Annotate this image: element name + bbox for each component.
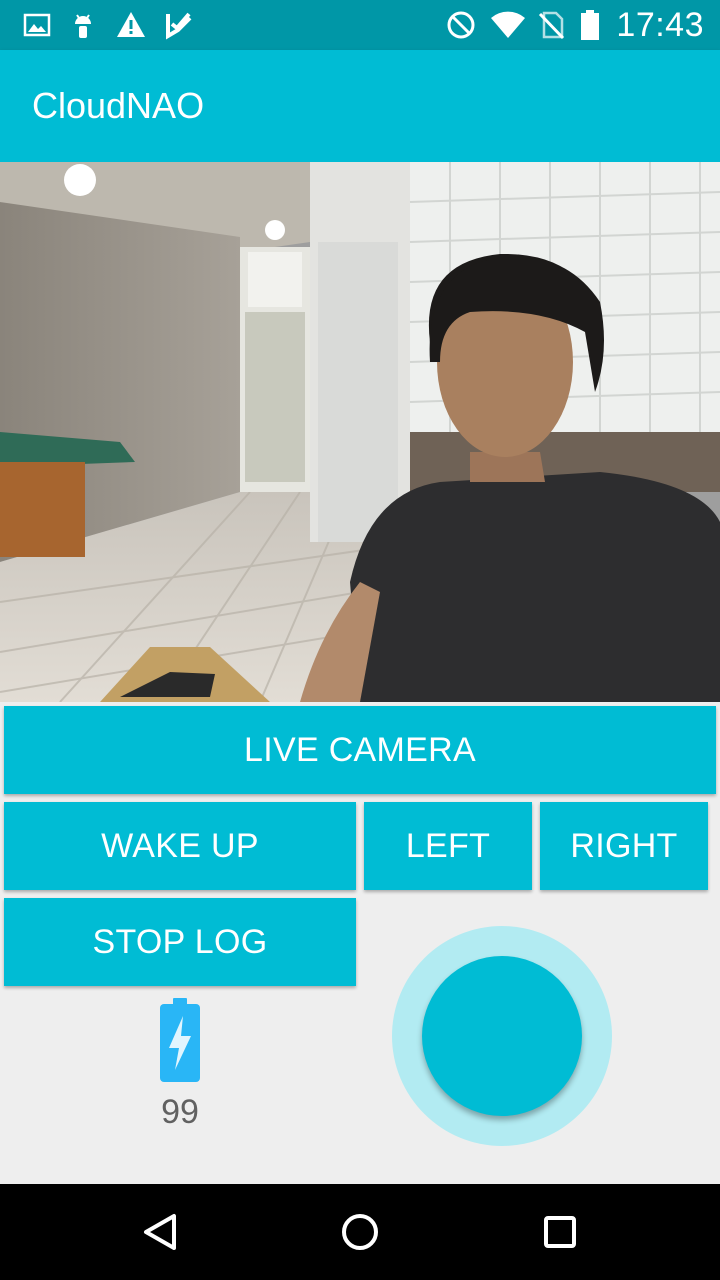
warning-icon	[117, 12, 145, 37]
nav-bar	[0, 1184, 720, 1280]
status-time: 17:43	[616, 6, 704, 44]
live-camera-button[interactable]: LIVE CAMERA	[4, 706, 716, 794]
no-sim-icon	[538, 11, 565, 40]
camera-image	[0, 162, 720, 702]
wake-up-button[interactable]: WAKE UP	[4, 802, 356, 890]
left-button[interactable]: LEFT	[364, 802, 532, 890]
home-icon[interactable]	[330, 1202, 390, 1262]
right-button[interactable]: RIGHT	[540, 802, 708, 890]
app-bar: CloudNAO	[0, 50, 720, 162]
battery-level: 99	[161, 1093, 199, 1131]
back-icon[interactable]	[130, 1202, 190, 1262]
task-check-icon	[166, 12, 192, 40]
do-not-disturb-icon	[447, 11, 475, 39]
stop-log-button[interactable]: STOP LOG	[4, 898, 356, 986]
recents-icon[interactable]	[530, 1202, 590, 1262]
app-title: CloudNAO	[32, 85, 205, 126]
battery-full-icon	[581, 10, 599, 40]
android-debug-icon	[75, 14, 91, 38]
wifi-icon	[491, 11, 525, 38]
image-notification-icon	[23, 13, 51, 37]
joystick-knob[interactable]	[422, 956, 582, 1116]
status-bar: 17:43	[0, 0, 720, 50]
battery-charging-icon	[160, 998, 200, 1082]
camera-feed	[0, 162, 720, 702]
